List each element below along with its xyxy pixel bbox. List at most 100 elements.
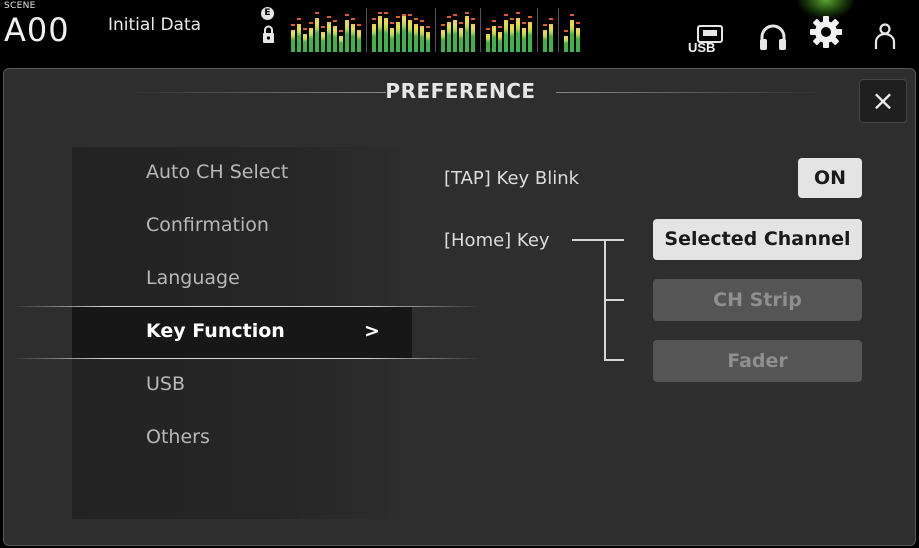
tree-connector <box>572 239 624 241</box>
meter-bar <box>543 24 547 52</box>
menu-item-key-function[interactable]: Key Function > <box>12 306 482 359</box>
meter-bar <box>570 14 574 52</box>
meter-group <box>558 8 585 52</box>
meter-peak <box>543 24 547 26</box>
meter-bar <box>465 12 469 52</box>
meter-bar <box>492 20 496 52</box>
preference-panel: PREFERENCE × Auto CH Select Confirmation… <box>3 68 916 546</box>
meter-peak <box>390 22 394 24</box>
tap-key-blink-toggle[interactable]: ON <box>798 158 862 198</box>
scene-number[interactable]: A00 <box>4 10 70 50</box>
meter-peak <box>492 20 496 22</box>
meter-peak <box>345 14 349 16</box>
meter-bar <box>384 12 388 52</box>
meter-bar <box>510 18 514 52</box>
menu-item-label: Language <box>146 267 240 289</box>
meter-bar <box>549 18 553 52</box>
home-key-option-fader[interactable]: Fader <box>653 340 862 382</box>
meter-bar <box>351 18 355 52</box>
meter-peak <box>321 26 325 28</box>
meter-peak <box>564 30 568 32</box>
meter-peak <box>549 18 553 20</box>
meter-peak <box>471 18 475 20</box>
meter-bar <box>339 30 343 52</box>
meter-peak <box>528 16 532 18</box>
meter-peak <box>351 18 355 20</box>
meter-peak <box>420 20 424 22</box>
meter-bar <box>390 22 394 52</box>
meter-peak <box>333 20 337 22</box>
meter-bar <box>303 28 307 52</box>
meter-bar <box>357 24 361 52</box>
menu-item-others[interactable]: Others <box>72 412 412 465</box>
meter-bar <box>402 14 406 52</box>
meter-group <box>366 8 435 52</box>
panel-title: PREFERENCE <box>385 79 536 103</box>
meter-peak <box>510 18 514 20</box>
menu-item-label: Auto CH Select <box>146 161 289 183</box>
meter-bar <box>420 20 424 52</box>
meter-bar <box>471 18 475 52</box>
meter-peak <box>309 22 313 24</box>
meter-bar <box>321 26 325 52</box>
meter-peak <box>447 16 451 18</box>
chevron-right-icon: > <box>364 320 380 342</box>
meter-bar <box>327 16 331 52</box>
meter-bar <box>309 22 313 52</box>
menu-item-usb[interactable]: USB <box>72 359 412 412</box>
meter-bar <box>459 22 463 52</box>
meter-peak <box>414 18 418 20</box>
meter-bar <box>522 22 526 52</box>
meter-group <box>286 8 366 52</box>
meter-peak <box>315 12 319 14</box>
menu-item-label: USB <box>146 373 186 395</box>
meter-bar <box>414 18 418 52</box>
meter-peak <box>426 26 430 28</box>
gear-icon[interactable] <box>808 14 844 50</box>
top-bar: SCENE A00 Initial Data E USB <box>0 0 919 66</box>
meter-bar <box>426 26 430 52</box>
menu-item-language[interactable]: Language <box>72 253 412 306</box>
meter-bar <box>498 26 502 52</box>
meter-group <box>537 8 558 52</box>
meter-group <box>435 8 480 52</box>
menu-item-auto-ch-select[interactable]: Auto CH Select <box>72 147 412 200</box>
home-key-option-ch-strip[interactable]: CH Strip <box>653 279 862 321</box>
headphones-icon[interactable] <box>758 22 788 52</box>
menu-item-confirmation[interactable]: Confirmation <box>72 200 412 253</box>
meter-peak <box>327 16 331 18</box>
close-button[interactable]: × <box>859 79 907 123</box>
meter-peak <box>516 12 520 14</box>
usb-icon[interactable]: USB <box>686 24 726 54</box>
level-meters[interactable] <box>286 8 585 52</box>
preference-menu: Auto CH Select Confirmation Language Key… <box>12 147 482 519</box>
scene-name[interactable]: Initial Data <box>108 15 201 35</box>
meter-bar <box>516 12 520 52</box>
meter-peak <box>297 18 301 20</box>
user-icon[interactable] <box>870 21 900 51</box>
home-key-label: [Home] Key <box>444 230 550 251</box>
meter-bar <box>297 18 301 52</box>
meter-peak <box>408 14 412 16</box>
meter-peak <box>384 12 388 14</box>
meter-bar <box>486 28 490 52</box>
meter-bar <box>441 24 445 52</box>
meter-bar <box>333 20 337 52</box>
meter-bar <box>564 30 568 52</box>
meter-bar <box>372 18 376 52</box>
meter-bar <box>576 22 580 52</box>
meter-peak <box>378 12 382 14</box>
meter-bar <box>345 14 349 52</box>
meter-peak <box>402 14 406 16</box>
meter-bar <box>528 16 532 52</box>
meter-peak <box>357 24 361 26</box>
meter-peak <box>570 14 574 16</box>
menu-item-label: Confirmation <box>146 214 269 236</box>
meter-peak <box>522 22 526 24</box>
home-key-option-selected-channel[interactable]: Selected Channel <box>653 219 862 260</box>
meter-peak <box>303 28 307 30</box>
meter-bar <box>504 14 508 52</box>
meter-bar <box>453 14 457 52</box>
tap-key-blink-label: [TAP] Key Blink <box>444 168 580 189</box>
meter-peak <box>441 24 445 26</box>
